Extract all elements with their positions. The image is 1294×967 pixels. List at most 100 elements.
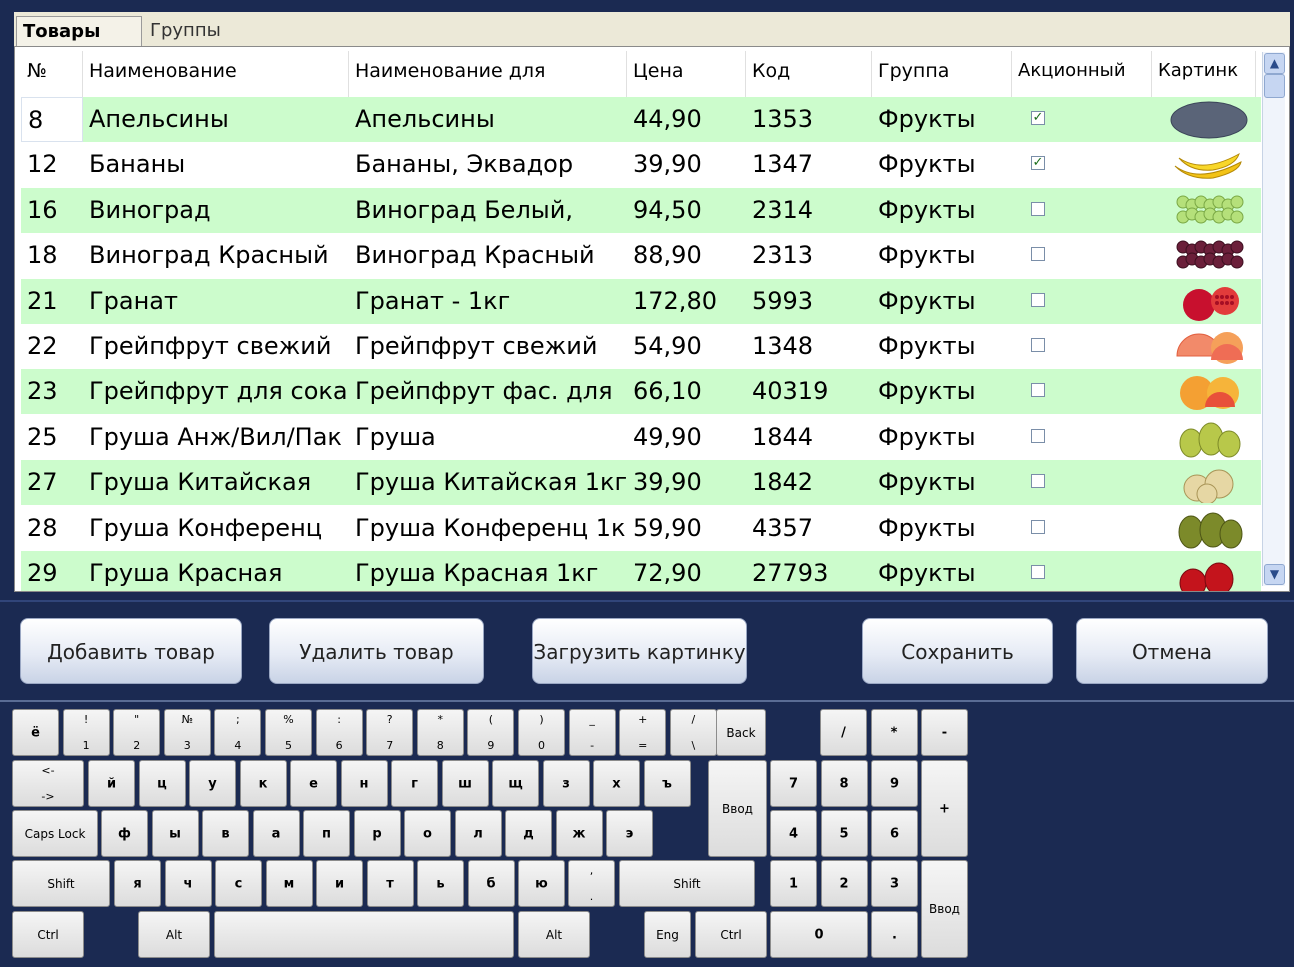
scroll-up-icon[interactable]: ▲ [1264, 53, 1285, 74]
keyboard-key[interactable]: % 5 [265, 709, 312, 756]
table-row[interactable]: 27 Груша Китайская Груша Китайская 1кг 39,9… [21, 460, 1261, 506]
cell-price[interactable]: 39,90 [627, 460, 746, 505]
keyboard-key[interactable]: л [454, 810, 502, 857]
keyboard-key[interactable]: з [542, 760, 590, 807]
table-row[interactable]: 23 Грейпфрут для сока Грейпфрут фас. для 66… [21, 369, 1261, 415]
tab-key[interactable]: <- -> [12, 760, 84, 807]
cell-code[interactable]: 27793 [746, 551, 872, 591]
cell-name-for[interactable]: Груша Китайская 1кг [349, 460, 627, 505]
cell-name-for[interactable]: Бананы, Эквадор [349, 142, 627, 187]
keyboard-key[interactable]: ч [164, 860, 212, 907]
cell-number[interactable]: 23 [21, 369, 83, 414]
cell-name-for[interactable]: Виноград Белый, [349, 188, 627, 233]
promo-checkbox[interactable] [1031, 338, 1045, 352]
cell-price[interactable]: 66,10 [627, 369, 746, 414]
cell-name[interactable]: Гранат [83, 279, 349, 324]
cell-name[interactable]: Грейпфрут для сока [83, 369, 349, 414]
keyboard-key[interactable]: а [252, 810, 300, 857]
cell-name[interactable]: Груша Китайская [83, 460, 349, 505]
cell-number[interactable]: 27 [21, 460, 83, 505]
cell-price[interactable]: 172,80 [627, 279, 746, 324]
cell-name-for[interactable]: Груша [349, 415, 627, 460]
keyboard-key[interactable]: ь [417, 860, 464, 907]
keyboard-key[interactable]: ъ [643, 760, 691, 807]
promo-checkbox[interactable] [1031, 247, 1045, 262]
cell-name[interactable]: Груша Анж/Вил/Пак [83, 415, 349, 460]
table-row[interactable]: 28 Груша Конференц Груша Конференц 1кг 59,9… [21, 505, 1261, 551]
numpad-enter-key[interactable]: Ввод [921, 860, 968, 958]
col-header-name-for[interactable]: Наименование для [349, 51, 627, 97]
numpad-key[interactable]: 6 [871, 810, 918, 857]
cell-group[interactable]: Фрукты [872, 324, 1012, 369]
numpad-key[interactable]: 5 [820, 810, 868, 857]
delete-product-button[interactable]: Удалить товар [269, 618, 484, 684]
keyboard-key[interactable]: ,. [568, 860, 615, 907]
keyboard-key[interactable]: _ - [568, 709, 616, 756]
cell-name-for[interactable]: Гранат - 1кг [349, 279, 627, 324]
numpad-key[interactable]: 9 [871, 760, 918, 807]
cell-code[interactable]: 1348 [746, 324, 872, 369]
col-header-number[interactable]: № [21, 51, 83, 97]
keyboard-key[interactable]: ц [138, 760, 186, 807]
cell-price[interactable]: 72,90 [627, 551, 746, 591]
keyboard-key[interactable]: м [265, 860, 313, 907]
table-row[interactable]: 16 Виноград Виноград Белый, 94,50 2314 Фрукты [21, 187, 1261, 233]
cell-group[interactable]: Фрукты [872, 460, 1012, 505]
numpad-key[interactable]: 1 [770, 860, 817, 907]
keyboard-key[interactable]: г [391, 760, 438, 807]
table-row[interactable]: 21 Гранат Гранат - 1кг 172,80 5993 Фрукты [21, 278, 1261, 324]
backspace-key[interactable]: Back [716, 709, 766, 756]
key-yo[interactable]: ё [12, 709, 59, 756]
keyboard-key[interactable]: в [202, 810, 249, 857]
cell-group[interactable]: Фрукты [872, 551, 1012, 591]
numpad-key[interactable]: - [921, 709, 968, 756]
cell-code[interactable]: 5993 [746, 279, 872, 324]
enter-key[interactable]: Ввод [708, 760, 767, 857]
cell-name-for[interactable]: Груша Красная 1кг [349, 551, 627, 591]
language-key[interactable]: Eng [644, 911, 691, 958]
cell-group[interactable]: Фрукты [872, 415, 1012, 460]
numpad-key[interactable]: 4 [770, 810, 817, 857]
shift-right-key[interactable]: Shift [619, 860, 755, 907]
cell-name-for[interactable]: Грейпфрут фас. для [349, 369, 627, 414]
cell-number[interactable]: 18 [21, 233, 83, 278]
keyboard-key[interactable]: * 8 [416, 709, 464, 756]
cell-name[interactable]: Груша Конференц [83, 506, 349, 551]
numpad-zero-key[interactable]: 0 [770, 911, 868, 958]
keyboard-key[interactable]: ! 1 [62, 709, 110, 756]
caps-lock-key[interactable]: Caps Lock [12, 810, 98, 857]
col-header-picture[interactable]: Картинк [1152, 51, 1256, 97]
scroll-thumb[interactable] [1264, 74, 1285, 98]
col-header-code[interactable]: Код [746, 51, 872, 97]
load-picture-button[interactable]: Загрузить картинку [532, 618, 747, 684]
keyboard-key[interactable]: / \ [669, 709, 717, 756]
keyboard-key[interactable]: № 3 [163, 709, 211, 756]
cell-number[interactable]: 29 [21, 551, 83, 591]
ctrl-right-key[interactable]: Ctrl [695, 911, 767, 958]
cell-name[interactable]: Виноград Красный [83, 233, 349, 278]
table-row[interactable]: 18 Виноград Красный Виноград Красный 88,90 2… [21, 233, 1261, 279]
shift-left-key[interactable]: Shift [12, 860, 110, 907]
cell-number[interactable]: 12 [21, 142, 83, 187]
promo-checkbox[interactable] [1031, 383, 1045, 398]
add-product-button[interactable]: Добавить товар [20, 618, 242, 684]
keyboard-key[interactable]: у [189, 760, 236, 807]
cell-code[interactable]: 4357 [746, 506, 872, 551]
promo-checkbox[interactable] [1031, 565, 1045, 579]
cell-number[interactable]: 8 [21, 97, 83, 142]
keyboard-key[interactable]: (9 [467, 709, 515, 756]
cell-number[interactable]: 16 [21, 188, 83, 233]
cell-group[interactable]: Фрукты [872, 369, 1012, 414]
cell-number[interactable]: 25 [21, 415, 83, 460]
keyboard-key[interactable]: щ [492, 760, 539, 807]
keyboard-key[interactable]: т [366, 860, 414, 907]
cell-price[interactable]: 54,90 [627, 324, 746, 369]
col-header-name[interactable]: Наименование [83, 51, 349, 97]
tab-products[interactable]: Товары [16, 16, 142, 46]
space-key[interactable] [214, 911, 514, 958]
scroll-down-icon[interactable]: ▼ [1264, 564, 1285, 585]
cell-code[interactable]: 2313 [746, 233, 872, 278]
keyboard-key[interactable]: + = [619, 709, 667, 756]
cell-price[interactable]: 49,90 [627, 415, 746, 460]
keyboard-key[interactable]: ? 7 [366, 709, 414, 756]
